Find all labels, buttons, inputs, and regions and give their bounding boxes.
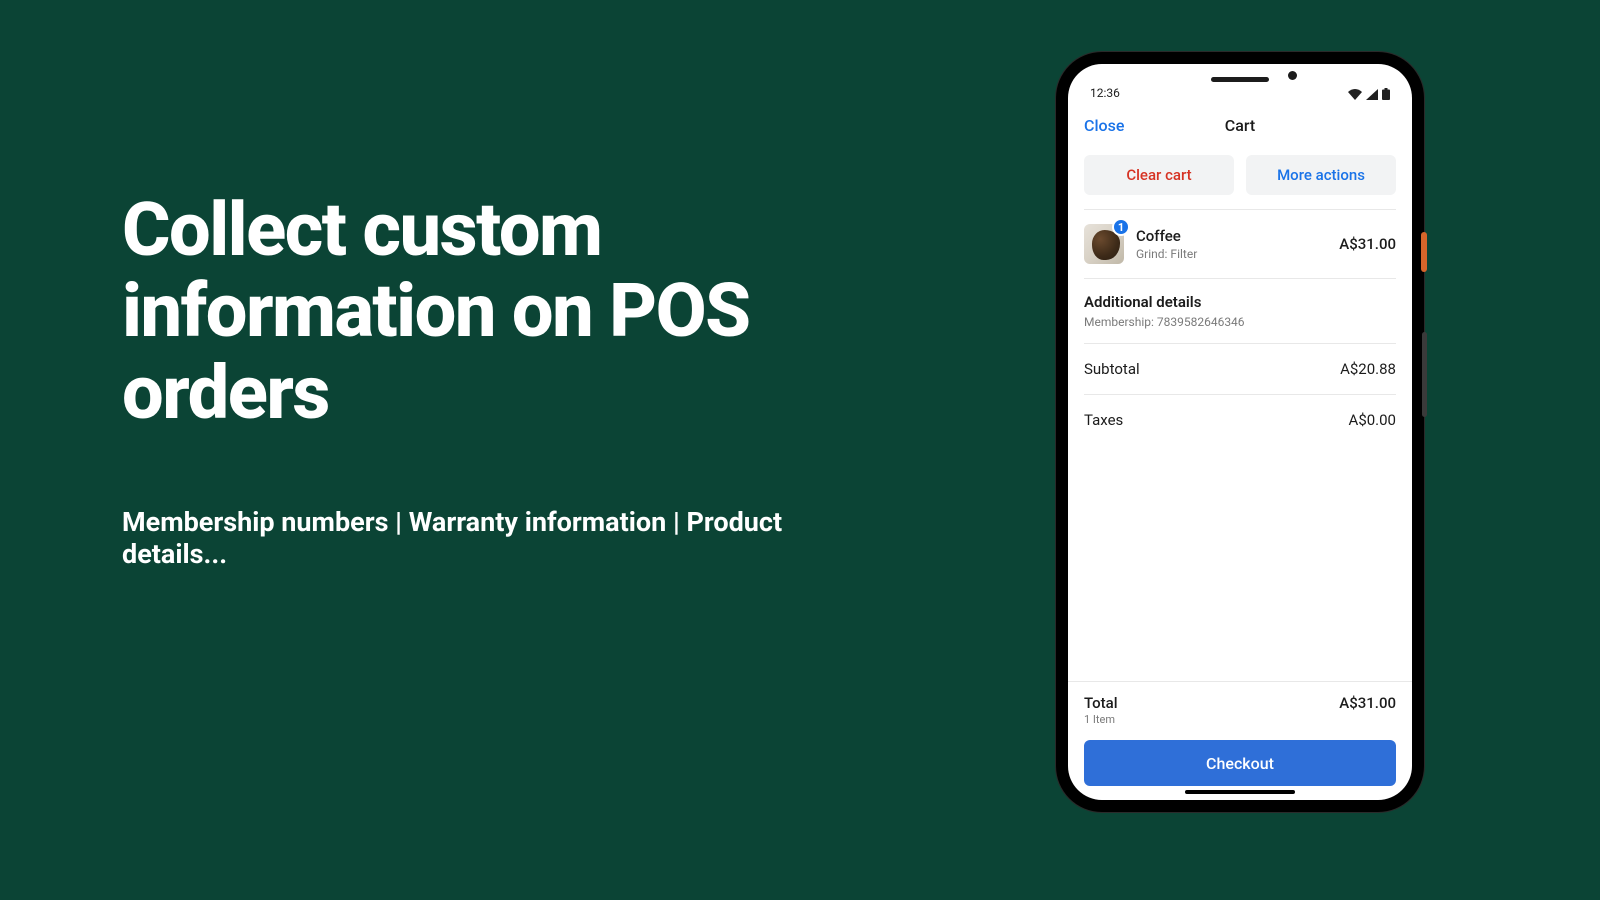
product-variant: Grind: Filter [1136, 247, 1327, 261]
checkout-button[interactable]: Checkout [1084, 740, 1396, 786]
details-line: Membership: 7839582646346 [1084, 315, 1396, 329]
headline: Collect custom information on POS orders [122, 190, 882, 434]
total-value: A$31.00 [1339, 694, 1396, 712]
power-button [1421, 232, 1427, 272]
subheadline: Membership numbers | Warranty informatio… [122, 506, 882, 570]
phone-frame: 12:36 Close Cart Clear cart Mo [1056, 52, 1424, 812]
home-indicator[interactable] [1185, 790, 1295, 794]
subtotal-label: Subtotal [1084, 360, 1140, 378]
additional-details[interactable]: Additional details Membership: 783958264… [1084, 279, 1396, 344]
marketing-panel: Collect custom information on POS orders… [122, 190, 882, 570]
page-title: Cart [1225, 116, 1255, 135]
taxes-row: Taxes A$0.00 [1084, 395, 1396, 445]
subtotal-value: A$20.88 [1340, 360, 1396, 378]
item-count: 1 Item [1084, 713, 1118, 726]
earpiece-speaker [1211, 77, 1269, 82]
taxes-value: A$0.00 [1349, 411, 1396, 429]
close-button[interactable]: Close [1084, 116, 1124, 135]
notch [1068, 64, 1412, 94]
volume-button [1422, 332, 1427, 417]
more-actions-button[interactable]: More actions [1246, 155, 1396, 195]
phone-screen: 12:36 Close Cart Clear cart Mo [1068, 64, 1412, 800]
action-row: Clear cart More actions [1084, 147, 1396, 210]
taxes-label: Taxes [1084, 411, 1123, 429]
details-heading: Additional details [1084, 293, 1396, 311]
nav-bar: Close Cart [1068, 104, 1412, 147]
clear-cart-button[interactable]: Clear cart [1084, 155, 1234, 195]
product-name: Coffee [1136, 227, 1327, 245]
front-camera [1288, 71, 1297, 80]
quantity-badge: 1 [1112, 218, 1130, 236]
cart-line-item[interactable]: 1 Coffee Grind: Filter A$31.00 [1084, 210, 1396, 279]
subtotal-row: Subtotal A$20.88 [1084, 344, 1396, 395]
line-price: A$31.00 [1339, 235, 1396, 253]
total-label: Total [1084, 694, 1118, 712]
cart-footer: Total 1 Item A$31.00 Checkout [1068, 681, 1412, 800]
